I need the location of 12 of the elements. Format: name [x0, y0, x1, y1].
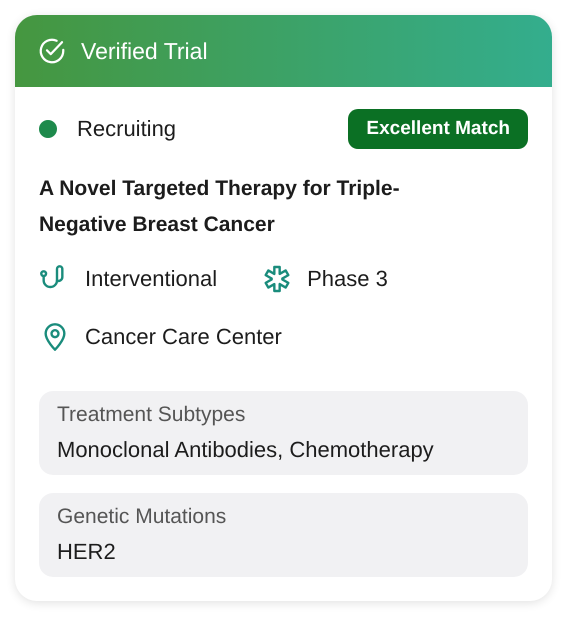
header-title: Verified Trial: [81, 38, 208, 64]
check-circle-icon: [37, 36, 67, 66]
detail-value: HER2: [57, 539, 117, 565]
attribute-label: Cancer Care Center: [85, 324, 282, 350]
trial-title: A Novel Targeted Therapy for Triple-Negative Breast Cancer: [39, 176, 401, 238]
status-label: Recruiting: [77, 116, 176, 142]
detail-value: Monoclonal Antibodies, Chemotherapy: [57, 437, 435, 463]
detail-label: Genetic Mutations: [57, 505, 228, 529]
detail-label: Treatment Subtypes: [57, 403, 246, 427]
match-badge: Excellent Match: [348, 109, 528, 149]
attribute-label: Phase 3: [307, 266, 388, 292]
attribute-label: Interventional: [85, 266, 218, 292]
